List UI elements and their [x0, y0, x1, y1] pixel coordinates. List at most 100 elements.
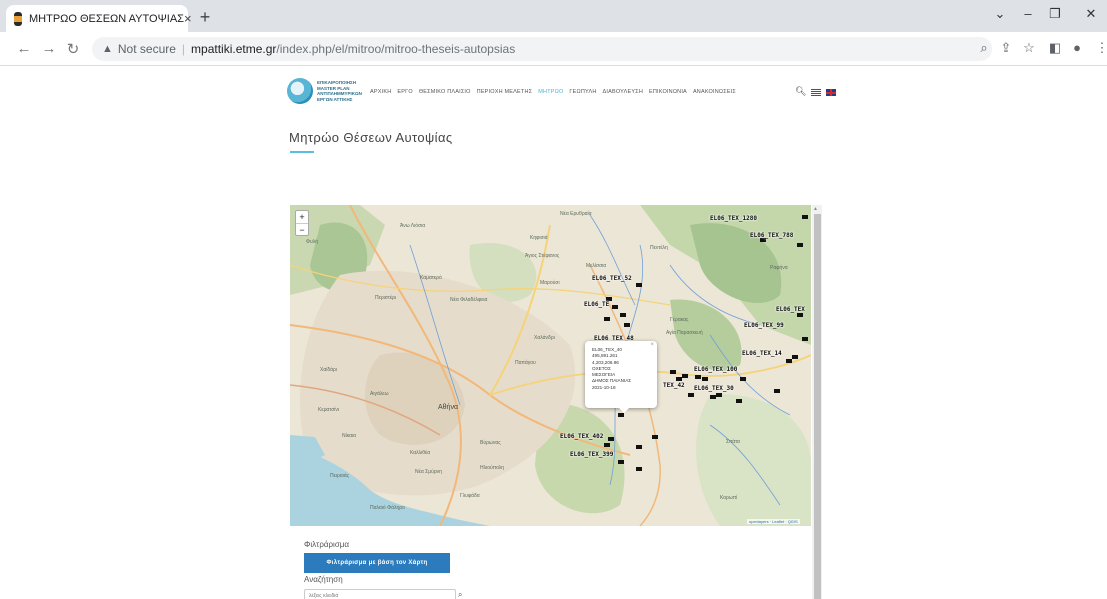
share-icon[interactable]: ⇪ [997, 40, 1015, 56]
map-place-label: Ηλιούπολη [480, 465, 505, 471]
marker-label[interactable]: EL06_TE [584, 301, 609, 308]
map-place-label: Πειραιάς [330, 473, 350, 479]
menu-kebab-icon[interactable]: ⋮ [1093, 40, 1107, 56]
map-place-label: Καματερό [420, 275, 442, 281]
map-place-label: Νέα Ερυθραία [560, 211, 592, 217]
address-toolbar: ← → ↻ ▲ Not secure | mpattiki.etme.gr /i… [0, 32, 1107, 66]
scrollbar-thumb[interactable] [814, 214, 821, 599]
map-zoom-control: + − [295, 210, 309, 236]
map-place-label: Γλυφάδα [460, 493, 480, 499]
keyword-search-input[interactable] [304, 589, 456, 599]
tab-close-icon[interactable]: × [184, 11, 192, 26]
popup-tip [619, 408, 629, 413]
map-place-label: Καλλιθέα [410, 450, 431, 456]
zoom-in-button[interactable]: + [296, 211, 308, 223]
page-title: Μητρώο Θέσεων Αυτοψίας [289, 130, 453, 145]
map-place-label: Χαλάνδρι [534, 335, 555, 341]
browser-tab-bar: ΜΗΤΡΩΟ ΘΕΣΕΩΝ ΑΥΤΟΨΙΑΣ × + ⌄ – ❐ ✕ [0, 0, 1107, 32]
popup-close-icon[interactable]: × [650, 342, 654, 348]
tab-search-icon[interactable]: ⌄ [990, 6, 1010, 22]
nav-item[interactable]: ΑΡΧΙΚΗ [370, 89, 391, 95]
map-place-label: Νέα Φιλαδέλφεια [450, 297, 488, 303]
marker-label[interactable]: TEX_42 [663, 382, 685, 389]
marker-label[interactable]: EL06_TEX_30 [694, 385, 734, 392]
nav-item[interactable]: ΕΠΙΚΟΙΝΩΝΙΑ [649, 89, 687, 95]
map-place-label: Μαρούσι [540, 280, 560, 286]
map-place-label: Αθήνα [438, 404, 459, 411]
nav-item[interactable]: ΜΗΤΡΩΟ [538, 89, 563, 95]
greek-flag-icon[interactable] [811, 89, 821, 96]
maximize-icon[interactable]: ❐ [1045, 6, 1065, 22]
map-place-label: Βύρωνας [480, 440, 501, 446]
site-logo-text[interactable]: ΕΠΙΚΑΙΡΟΠΟΙΗΣΗ MASTER PLAN ΑΝΤΙΠΛΗΜΜΥΡΙΚ… [317, 80, 362, 102]
browser-tab[interactable]: ΜΗΤΡΩΟ ΘΕΣΕΩΝ ΑΥΤΟΨΙΑΣ × [6, 5, 192, 32]
map-place-label: Παπάγου [515, 360, 536, 366]
map-place-label: Περιστέρι [375, 295, 397, 301]
not-secure-label: Not secure [117, 42, 176, 56]
warning-icon: ▲ [102, 43, 113, 55]
marker-label[interactable]: EL06_TEX [776, 306, 805, 313]
popup-line: 2021-10-18 [592, 384, 616, 390]
forward-icon[interactable]: → [39, 40, 59, 57]
nav-item[interactable]: ΔΙΑΒΟΥΛΕΥΣΗ [603, 89, 643, 95]
site-logo-icon[interactable] [287, 78, 313, 104]
marker-label[interactable]: EL06_TEX_52 [592, 275, 632, 282]
map-place-label: Μελίσσια [586, 263, 607, 269]
nav-item[interactable]: ΘΕΣΜΙΚΟ ΠΛΑΙΣΙΟ [419, 89, 471, 95]
profile-icon[interactable]: ● [1068, 40, 1086, 55]
bookmark-star-icon[interactable]: ☆ [1020, 40, 1038, 56]
zoom-icon[interactable]: ⌕ [975, 40, 993, 56]
map-place-label: Σπάτα [726, 439, 740, 445]
nav-item[interactable]: ΓΕΩΠΥΛΗ [569, 89, 596, 95]
marker-label[interactable]: EL06_TEX_788 [750, 232, 793, 239]
url-path: /index.php/el/mitroo/mitroo-theseis-auto… [276, 42, 516, 56]
minimize-icon[interactable]: – [1018, 6, 1038, 21]
marker-label[interactable]: EL06_TEX_399 [570, 451, 613, 458]
map-feature-popup: × EL06_TEX_40 495,891.261 4,203,206.96 Ο… [585, 341, 657, 413]
map-place-label: Κηφισιά [530, 235, 548, 241]
marker-label[interactable]: EL06_TEX_99 [744, 322, 784, 329]
map-place-label: Άγιος Στέφανος [525, 253, 560, 259]
close-window-icon[interactable]: ✕ [1081, 6, 1101, 22]
tab-title: ΜΗΤΡΩΟ ΘΕΣΕΩΝ ΑΥΤΟΨΙΑΣ [29, 12, 184, 25]
nav-item[interactable]: ΠΕΡΙΟΧΗ ΜΕΛΕΤΗΣ [477, 89, 533, 95]
map-place-label: Φυλή [306, 239, 319, 245]
search-icon[interactable]: 🔍︎ [795, 86, 806, 97]
omnibox-divider: | [181, 42, 186, 56]
map-filter-button[interactable]: Φιλτράρισμα με βάση τον Χάρτη [304, 553, 450, 573]
map-place-label: Ραφήνα [770, 265, 788, 271]
title-underline [290, 151, 314, 153]
map-place-label: Χαϊδάρι [320, 367, 337, 373]
map-place-label: Γέρακας [670, 317, 689, 323]
url-host: mpattiki.etme.gr [191, 42, 277, 56]
map-attribution[interactable]: openlayers · Leaflet · QGIS [747, 519, 800, 524]
marker-label[interactable]: EL06_TEX_100 [694, 366, 737, 373]
uk-flag-icon[interactable] [826, 89, 836, 96]
scroll-up-arrow-icon[interactable]: ▲ [813, 206, 818, 212]
filter-heading: Φιλτράρισμα [304, 540, 349, 549]
reload-icon[interactable]: ↻ [63, 40, 83, 58]
map-place-label: Νέα Σμύρνη [415, 469, 442, 475]
map-place-label: Πεντέλη [650, 245, 668, 251]
map-canvas[interactable]: Νέα Ερυθραία Άνω Λιόσια Φυλή Κηφισιά Άγι… [290, 205, 811, 526]
search-submit-icon[interactable]: ⌕ [458, 590, 462, 599]
zoom-out-button[interactable]: − [296, 223, 308, 235]
nav-item[interactable]: ΕΡΓΟ [397, 89, 412, 95]
map-place-label: Κερατσίνι [318, 407, 340, 413]
marker-label[interactable]: EL06_TEX_402 [560, 433, 603, 440]
search-heading: Αναζήτηση [304, 575, 343, 584]
favicon-icon [14, 11, 22, 26]
marker-label[interactable]: EL06_TEX_1280 [710, 215, 757, 222]
side-panel-icon[interactable]: ◧ [1046, 40, 1064, 56]
address-bar[interactable]: ▲ Not secure | mpattiki.etme.gr /index.p… [92, 37, 992, 61]
back-icon[interactable]: ← [14, 40, 34, 57]
main-navigation: ΑΡΧΙΚΗ ΕΡΓΟ ΘΕΣΜΙΚΟ ΠΛΑΙΣΙΟ ΠΕΡΙΟΧΗ ΜΕΛΕΤΗΣ… [370, 89, 742, 95]
map-place-label: Άνω Λιόσια [400, 223, 426, 229]
map-place-label: Αιγάλεω [370, 391, 389, 397]
map-place-label: Κορωπί [720, 495, 738, 501]
map-place-label: Νίκαια [342, 433, 357, 439]
map-place-label: Αγία Παρασκευή [666, 330, 703, 336]
marker-label[interactable]: EL06_TEX_14 [742, 350, 782, 357]
new-tab-button[interactable]: + [194, 7, 216, 28]
nav-item[interactable]: ΑΝΑΚΟΙΝΩΣΕΙΣ [693, 89, 736, 95]
